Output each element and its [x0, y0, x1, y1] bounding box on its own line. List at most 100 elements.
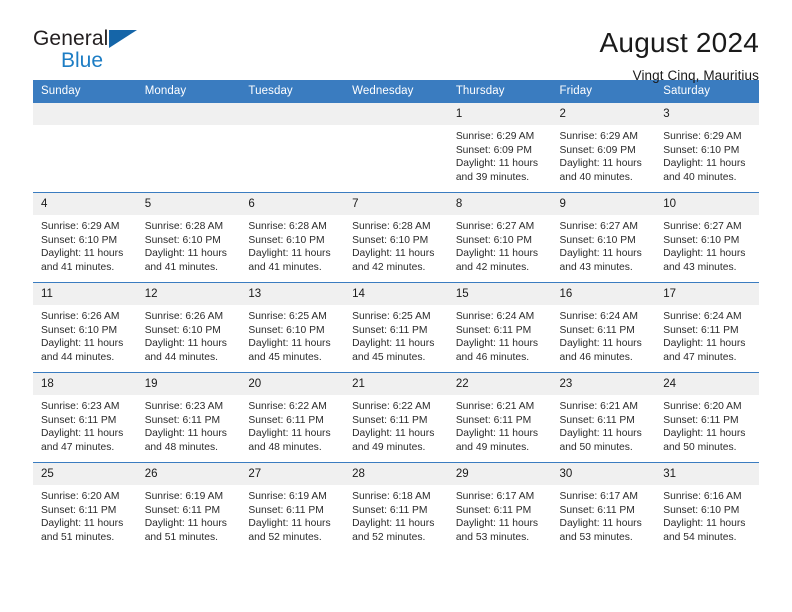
sun-info: Sunrise: 6:23 AM Sunset: 6:11 PM Daylight:…	[33, 395, 137, 454]
weekday-header-saturday: Saturday	[655, 80, 759, 103]
calendar-day-cell[interactable]: 29 Sunrise: 6:17 AM Sunset: 6:11 PM Dayligh…	[447, 462, 552, 553]
sun-info-line: Sunset: 6:10 PM	[144, 324, 221, 336]
day-number: 20	[240, 373, 345, 395]
sun-info-line: Sunrise: 6:16 AM	[663, 491, 742, 502]
sun-info-line: and 52 minutes.	[248, 531, 322, 543]
sun-info-line: Sunset: 6:11 PM	[663, 324, 739, 336]
calendar-day-cell[interactable]: 2 Sunrise: 6:29 AM Sunset: 6:09 PM Daylight…	[551, 102, 656, 193]
day-number: 7	[344, 193, 448, 215]
sun-info-line: Sunset: 6:11 PM	[41, 414, 117, 426]
sun-info: Sunrise: 6:21 AM Sunset: 6:11 PM Daylight:…	[448, 395, 552, 454]
sun-info: Sunrise: 6:18 AM Sunset: 6:11 PM Daylight:…	[344, 485, 448, 544]
calendar-day-cell[interactable]: 28 Sunrise: 6:18 AM Sunset: 6:11 PM Dayligh…	[344, 462, 448, 553]
calendar-day-cell[interactable]: 4 Sunrise: 6:29 AM Sunset: 6:10 PM Daylight…	[33, 192, 137, 283]
calendar-day-cell[interactable]: 5 Sunrise: 6:28 AM Sunset: 6:10 PM Daylight…	[136, 192, 241, 283]
sun-info-line: Daylight: 11 hours	[559, 428, 642, 440]
day-number	[344, 103, 448, 125]
calendar-day-cell[interactable]: 12 Sunrise: 6:26 AM Sunset: 6:10 PM Dayligh…	[136, 282, 241, 373]
sun-info-line: Sunrise: 6:17 AM	[559, 491, 638, 502]
calendar-day-cell[interactable]: 9 Sunrise: 6:27 AM Sunset: 6:10 PM Daylight…	[551, 192, 656, 283]
calendar-day-cell[interactable]: 26 Sunrise: 6:19 AM Sunset: 6:11 PM Dayligh…	[136, 462, 241, 553]
sun-info-line: Sunrise: 6:27 AM	[559, 221, 638, 232]
sun-info-line: Sunset: 6:11 PM	[559, 414, 635, 426]
sun-info-line: Sunset: 6:11 PM	[559, 504, 635, 516]
sun-info-line: and 41 minutes.	[41, 261, 115, 273]
calendar-day-cell[interactable]: 19 Sunrise: 6:23 AM Sunset: 6:11 PM Dayligh…	[136, 372, 241, 463]
sun-info-line: Sunset: 6:11 PM	[663, 414, 739, 426]
sun-info-line: Daylight: 11 hours	[559, 338, 642, 350]
sun-info-line: Daylight: 11 hours	[455, 248, 539, 260]
day-number: 19	[136, 373, 241, 395]
calendar-day-cell[interactable]: 27 Sunrise: 6:19 AM Sunset: 6:11 PM Dayligh…	[240, 462, 345, 553]
sun-info-line: Sunrise: 6:26 AM	[144, 311, 224, 322]
calendar-day-cell[interactable]: 3 Sunrise: 6:29 AM Sunset: 6:10 PM Daylight…	[655, 102, 759, 193]
calendar-day-cell[interactable]: 30 Sunrise: 6:17 AM Sunset: 6:11 PM Dayligh…	[551, 462, 656, 553]
sun-info-line: and 49 minutes.	[455, 441, 530, 453]
sun-info: Sunrise: 6:27 AM Sunset: 6:10 PM Daylight:…	[655, 215, 759, 274]
calendar-day-cell[interactable]: 23 Sunrise: 6:21 AM Sunset: 6:11 PM Dayligh…	[551, 372, 656, 463]
calendar-day-cell[interactable]: 7 Sunrise: 6:28 AM Sunset: 6:10 PM Daylight…	[344, 192, 448, 283]
sun-info-line: and 54 minutes.	[663, 531, 737, 543]
sun-info-line: Daylight: 11 hours	[663, 338, 746, 350]
calendar-week-row: 18 Sunrise: 6:23 AM Sunset: 6:11 PM Dayligh…	[33, 372, 759, 463]
sun-info-line: Daylight: 11 hours	[663, 158, 746, 170]
day-number: 8	[447, 193, 552, 215]
calendar-day-cell[interactable]: 17 Sunrise: 6:24 AM Sunset: 6:11 PM Dayligh…	[655, 282, 759, 373]
day-number: 23	[551, 373, 656, 395]
day-number: 14	[344, 283, 448, 305]
calendar-day-cell[interactable]: 16 Sunrise: 6:24 AM Sunset: 6:11 PM Dayligh…	[551, 282, 656, 373]
day-number	[33, 103, 137, 125]
calendar-week-row: 1 Sunrise: 6:29 AM Sunset: 6:09 PM Daylight…	[33, 102, 759, 193]
weekday-header-thursday: Thursday	[447, 80, 552, 103]
day-number: 13	[240, 283, 345, 305]
weekday-header-tuesday: Tuesday	[240, 80, 345, 103]
day-number: 15	[447, 283, 552, 305]
sun-info-line: Sunrise: 6:24 AM	[663, 311, 742, 322]
calendar-day-cell[interactable]: 10 Sunrise: 6:27 AM Sunset: 6:10 PM Dayligh…	[655, 192, 759, 283]
calendar-day-cell[interactable]: 8 Sunrise: 6:27 AM Sunset: 6:10 PM Daylight…	[447, 192, 552, 283]
calendar-day-cell[interactable]: 18 Sunrise: 6:23 AM Sunset: 6:11 PM Dayligh…	[33, 372, 137, 463]
calendar-day-cell[interactable]: 15 Sunrise: 6:24 AM Sunset: 6:11 PM Dayligh…	[447, 282, 552, 373]
sun-info-line: Daylight: 11 hours	[352, 248, 435, 260]
calendar-day-cell[interactable]: 11 Sunrise: 6:26 AM Sunset: 6:10 PM Dayligh…	[33, 282, 137, 373]
day-number: 29	[447, 463, 552, 485]
sun-info-line: Daylight: 11 hours	[144, 518, 227, 530]
calendar-day-cell[interactable]: 21 Sunrise: 6:22 AM Sunset: 6:11 PM Dayligh…	[344, 372, 448, 463]
sun-info-line: Daylight: 11 hours	[248, 518, 331, 530]
day-number: 28	[344, 463, 448, 485]
calendar-day-cell[interactable]: 1 Sunrise: 6:29 AM Sunset: 6:09 PM Daylight…	[447, 102, 552, 193]
calendar-day-cell[interactable]: 25 Sunrise: 6:20 AM Sunset: 6:11 PM Dayligh…	[33, 462, 137, 553]
calendar-day-cell[interactable]: 22 Sunrise: 6:21 AM Sunset: 6:11 PM Dayligh…	[447, 372, 552, 463]
sun-info: Sunrise: 6:28 AM Sunset: 6:10 PM Daylight:…	[137, 215, 241, 274]
sun-info-line: Sunrise: 6:23 AM	[41, 401, 120, 412]
calendar-day-cell[interactable]: 31 Sunrise: 6:16 AM Sunset: 6:10 PM Dayligh…	[655, 462, 759, 553]
title-block: August 2024 Vingt Cinq, Mauritius	[600, 27, 759, 83]
sun-info-line: Daylight: 11 hours	[41, 428, 124, 440]
sun-info-line: and 48 minutes.	[144, 441, 218, 453]
day-number: 25	[33, 463, 137, 485]
sun-info-line: and 51 minutes.	[144, 531, 218, 543]
sun-info-line: and 50 minutes.	[559, 441, 633, 453]
calendar-day-cell[interactable]: 24 Sunrise: 6:20 AM Sunset: 6:11 PM Dayligh…	[655, 372, 759, 463]
sun-info: Sunrise: 6:20 AM Sunset: 6:11 PM Daylight:…	[655, 395, 759, 454]
day-number: 9	[551, 193, 656, 215]
calendar-day-cell[interactable]: 6 Sunrise: 6:28 AM Sunset: 6:10 PM Daylight…	[240, 192, 345, 283]
sun-info: Sunrise: 6:21 AM Sunset: 6:11 PM Daylight:…	[552, 395, 656, 454]
general-blue-logo[interactable]: General Blue	[33, 28, 137, 71]
sun-info-line: and 45 minutes.	[248, 351, 322, 363]
sun-info-line: Sunrise: 6:22 AM	[248, 401, 327, 412]
calendar-day-cell[interactable]: 14 Sunrise: 6:25 AM Sunset: 6:11 PM Dayligh…	[344, 282, 448, 373]
calendar-day-cell[interactable]: 13 Sunrise: 6:25 AM Sunset: 6:10 PM Dayligh…	[240, 282, 345, 373]
sun-info: Sunrise: 6:24 AM Sunset: 6:11 PM Daylight:…	[655, 305, 759, 364]
sun-info-line: Sunrise: 6:22 AM	[352, 401, 431, 412]
sun-info: Sunrise: 6:22 AM Sunset: 6:11 PM Daylight:…	[344, 395, 448, 454]
sun-info-line: and 41 minutes.	[248, 261, 322, 273]
calendar-cell-empty	[240, 102, 345, 193]
sun-info-line: Sunset: 6:11 PM	[352, 324, 428, 336]
sun-info-line: Sunset: 6:11 PM	[352, 414, 428, 426]
calendar-day-cell[interactable]: 20 Sunrise: 6:22 AM Sunset: 6:11 PM Dayligh…	[240, 372, 345, 463]
sun-info: Sunrise: 6:25 AM Sunset: 6:10 PM Daylight:…	[240, 305, 344, 364]
sun-info-line: Sunrise: 6:23 AM	[144, 401, 224, 412]
sun-info-line: and 50 minutes.	[663, 441, 737, 453]
sun-info-line: Daylight: 11 hours	[144, 338, 227, 350]
